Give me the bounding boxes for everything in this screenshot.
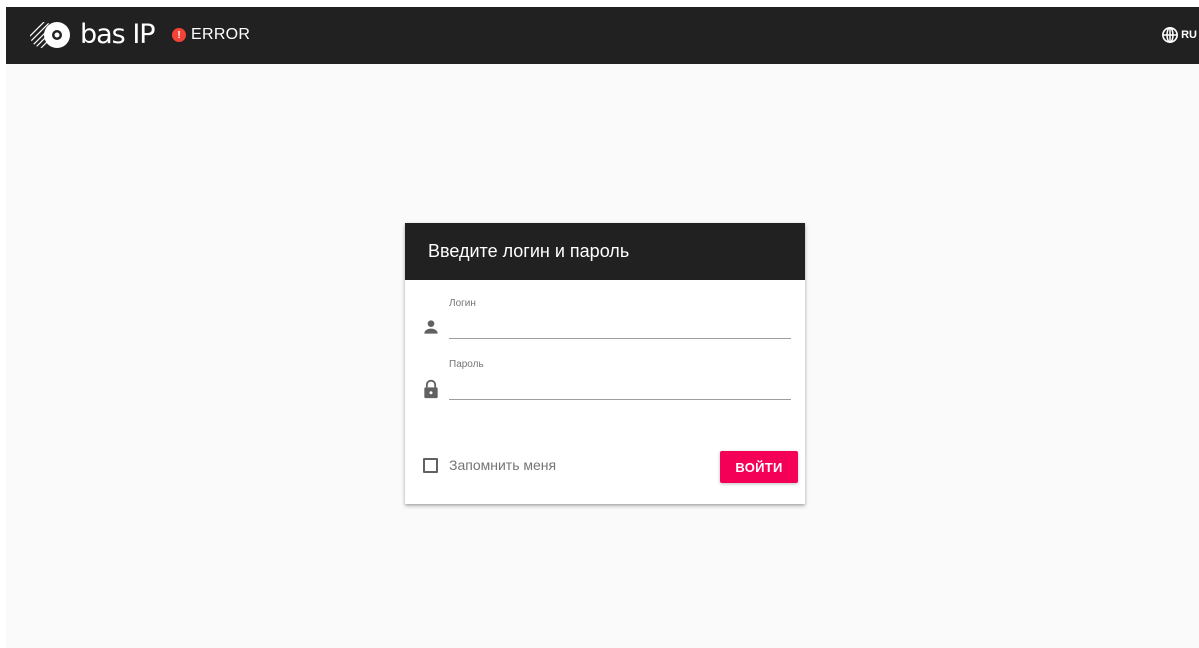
checkbox-box[interactable] [423, 457, 438, 473]
logo-mark-icon [30, 22, 70, 48]
language-selector[interactable]: RU [1161, 24, 1199, 46]
login-field-label: Логин [449, 298, 476, 309]
remember-me-label: Запомнить меня [449, 457, 557, 473]
login-input[interactable] [449, 312, 791, 339]
globe-icon [1162, 27, 1179, 43]
alert-circle-icon: ! [172, 28, 186, 42]
login-card: Введите логин и пароль Логин Пароль Запо… [405, 223, 805, 504]
language-label: RU [1181, 29, 1197, 41]
app-window: bas IP ! ERROR RU Введите логин и пароль [6, 7, 1199, 648]
login-card-title: Введите логин и пароль [428, 241, 630, 261]
password-input[interactable] [449, 373, 791, 400]
password-field-label: Пароль [449, 359, 484, 370]
login-card-header: Введите логин и пароль [405, 223, 805, 280]
logo-text: bas IP [80, 19, 156, 50]
login-field: Логин [405, 298, 805, 354]
person-icon [424, 320, 438, 334]
logo: bas IP [28, 19, 156, 50]
password-field: Пароль [405, 359, 805, 415]
top-app-bar: bas IP ! ERROR RU [6, 7, 1199, 64]
remember-me-checkbox[interactable]: Запомнить меня [423, 457, 556, 473]
login-button[interactable]: ВОЙТИ [720, 451, 798, 483]
status-text: ERROR [191, 26, 251, 43]
lock-icon [424, 379, 438, 399]
connection-status: ! ERROR [172, 24, 250, 46]
